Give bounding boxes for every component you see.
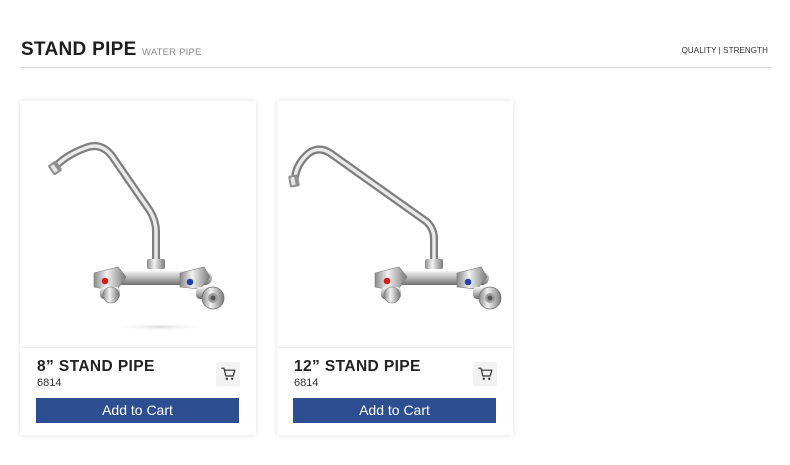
product-name[interactable]: 12” STAND PIPE [294, 358, 421, 376]
add-to-cart-button[interactable]: Add to Cart [36, 398, 239, 423]
section-header: STAND PIPE WATER PIPE QUALITY | STRENGTH [21, 38, 771, 68]
product-code: 6814 [37, 377, 62, 389]
product-image[interactable] [277, 101, 513, 348]
cart-icon-button[interactable] [473, 362, 497, 386]
shopping-cart-icon [477, 367, 492, 380]
add-to-cart-button[interactable]: Add to Cart [293, 398, 496, 423]
section-tagline: QUALITY | STRENGTH [681, 46, 768, 55]
faucet-image [48, 142, 225, 331]
section-title: STAND PIPE [21, 39, 137, 60]
product-image[interactable] [20, 101, 256, 348]
product-code: 6814 [294, 377, 319, 389]
shopping-cart-icon [220, 367, 235, 380]
product-card[interactable]: 8” STAND PIPE 6814 Add to Cart [20, 101, 256, 435]
cart-icon-button[interactable] [216, 362, 240, 386]
section-subtitle: WATER PIPE [142, 47, 202, 58]
faucet-image [288, 145, 502, 310]
product-name[interactable]: 8” STAND PIPE [37, 358, 155, 376]
product-card[interactable]: 12” STAND PIPE 6814 Add to Cart [277, 101, 513, 435]
